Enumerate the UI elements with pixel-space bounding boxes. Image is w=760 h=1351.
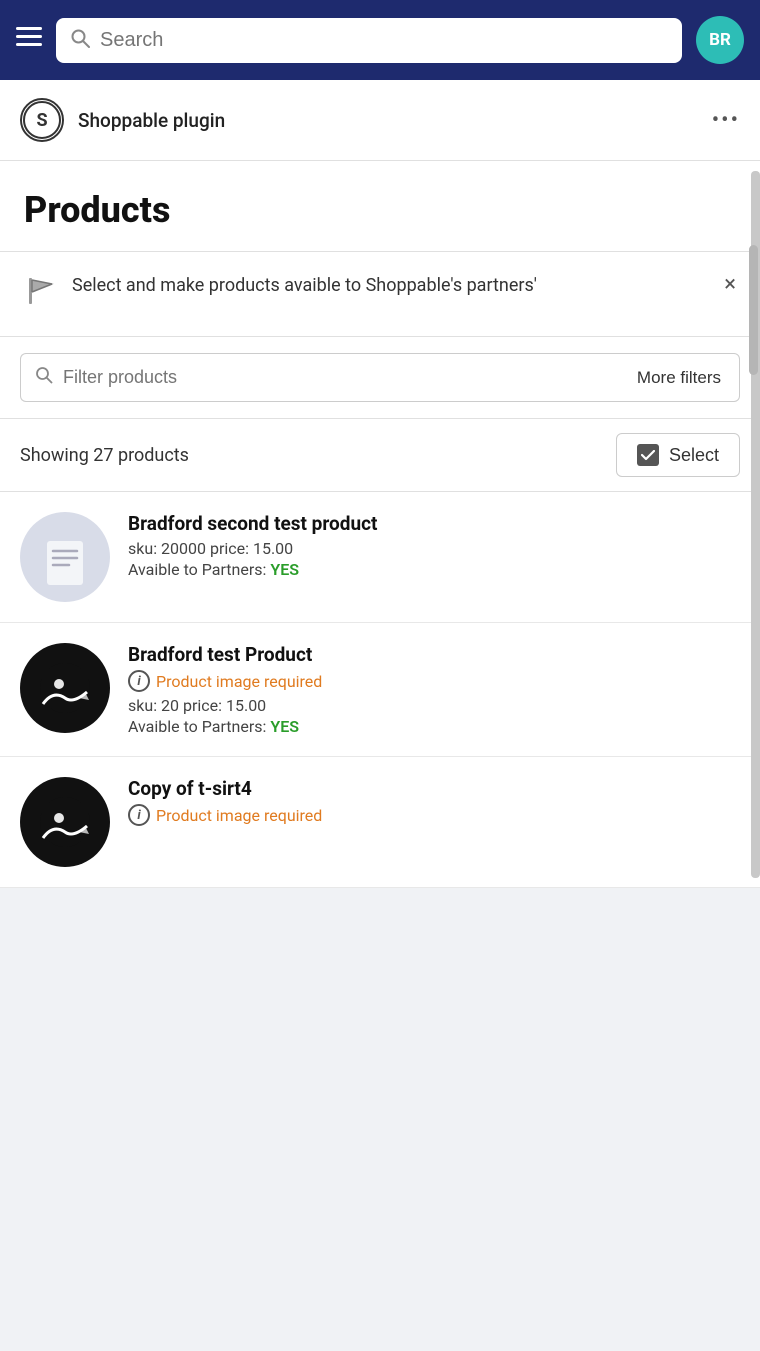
product-meta: sku: 20 price: 15.00 xyxy=(128,696,740,715)
plugin-title: Shoppable plugin xyxy=(78,109,712,132)
app-header: BR xyxy=(0,0,760,80)
product-info: Copy of t-sirt4 i Product image required xyxy=(128,777,740,830)
table-row[interactable]: Bradford test Product i Product image re… xyxy=(0,623,760,757)
search-bar[interactable] xyxy=(56,18,682,63)
filter-input-wrap xyxy=(20,353,619,402)
plugin-header: S Shoppable plugin ••• xyxy=(0,80,760,161)
product-meta: sku: 20000 price: 15.00 xyxy=(128,539,740,558)
more-options-button[interactable]: ••• xyxy=(712,108,740,133)
plugin-logo: S xyxy=(20,98,64,142)
product-partners: Avaible to Partners: YES xyxy=(128,560,740,579)
product-info: Bradford test Product i Product image re… xyxy=(128,643,740,736)
product-name: Bradford test Product xyxy=(128,643,740,666)
partners-yes-badge: YES xyxy=(270,717,299,736)
table-row[interactable]: Copy of t-sirt4 i Product image required xyxy=(0,757,760,888)
scroll-area: Products Select and make products avaibl… xyxy=(0,161,760,888)
filter-search-icon xyxy=(35,366,53,389)
select-label: Select xyxy=(669,445,719,466)
filter-products-input[interactable] xyxy=(63,367,605,388)
info-icon: i xyxy=(128,804,150,826)
search-icon xyxy=(70,28,90,53)
more-filters-button[interactable]: More filters xyxy=(619,353,740,402)
products-title: Products xyxy=(24,189,736,231)
products-section: Products xyxy=(0,161,760,252)
product-image-black xyxy=(20,643,110,733)
product-image-black xyxy=(20,777,110,867)
product-warning: i Product image required xyxy=(128,804,740,826)
product-image-placeholder xyxy=(20,512,110,602)
product-list: Bradford second test product sku: 20000 … xyxy=(0,492,760,888)
svg-text:S: S xyxy=(36,110,47,131)
product-name: Copy of t-sirt4 xyxy=(128,777,740,800)
banner-close-button[interactable]: × xyxy=(724,272,736,297)
product-name: Bradford second test product xyxy=(128,512,740,535)
filter-row: More filters xyxy=(0,337,760,419)
partners-yes-badge: YES xyxy=(270,560,299,579)
product-warning: i Product image required xyxy=(128,670,740,692)
product-partners: Avaible to Partners: YES xyxy=(128,717,740,736)
showing-count-text: Showing 27 products xyxy=(20,445,189,466)
showing-row: Showing 27 products Select xyxy=(0,419,760,492)
banner: Select and make products avaible to Shop… xyxy=(0,252,760,337)
product-info: Bradford second test product sku: 20000 … xyxy=(128,512,740,579)
avatar[interactable]: BR xyxy=(696,16,744,64)
table-row[interactable]: Bradford second test product sku: 20000 … xyxy=(0,492,760,623)
select-button[interactable]: Select xyxy=(616,433,740,477)
flag-icon xyxy=(24,274,58,316)
info-icon: i xyxy=(128,670,150,692)
search-input[interactable] xyxy=(100,29,668,52)
banner-text: Select and make products avaible to Shop… xyxy=(72,272,710,299)
scrollbar-thumb[interactable] xyxy=(749,245,758,375)
select-checkbox-icon xyxy=(637,444,659,466)
menu-icon[interactable] xyxy=(16,27,42,53)
